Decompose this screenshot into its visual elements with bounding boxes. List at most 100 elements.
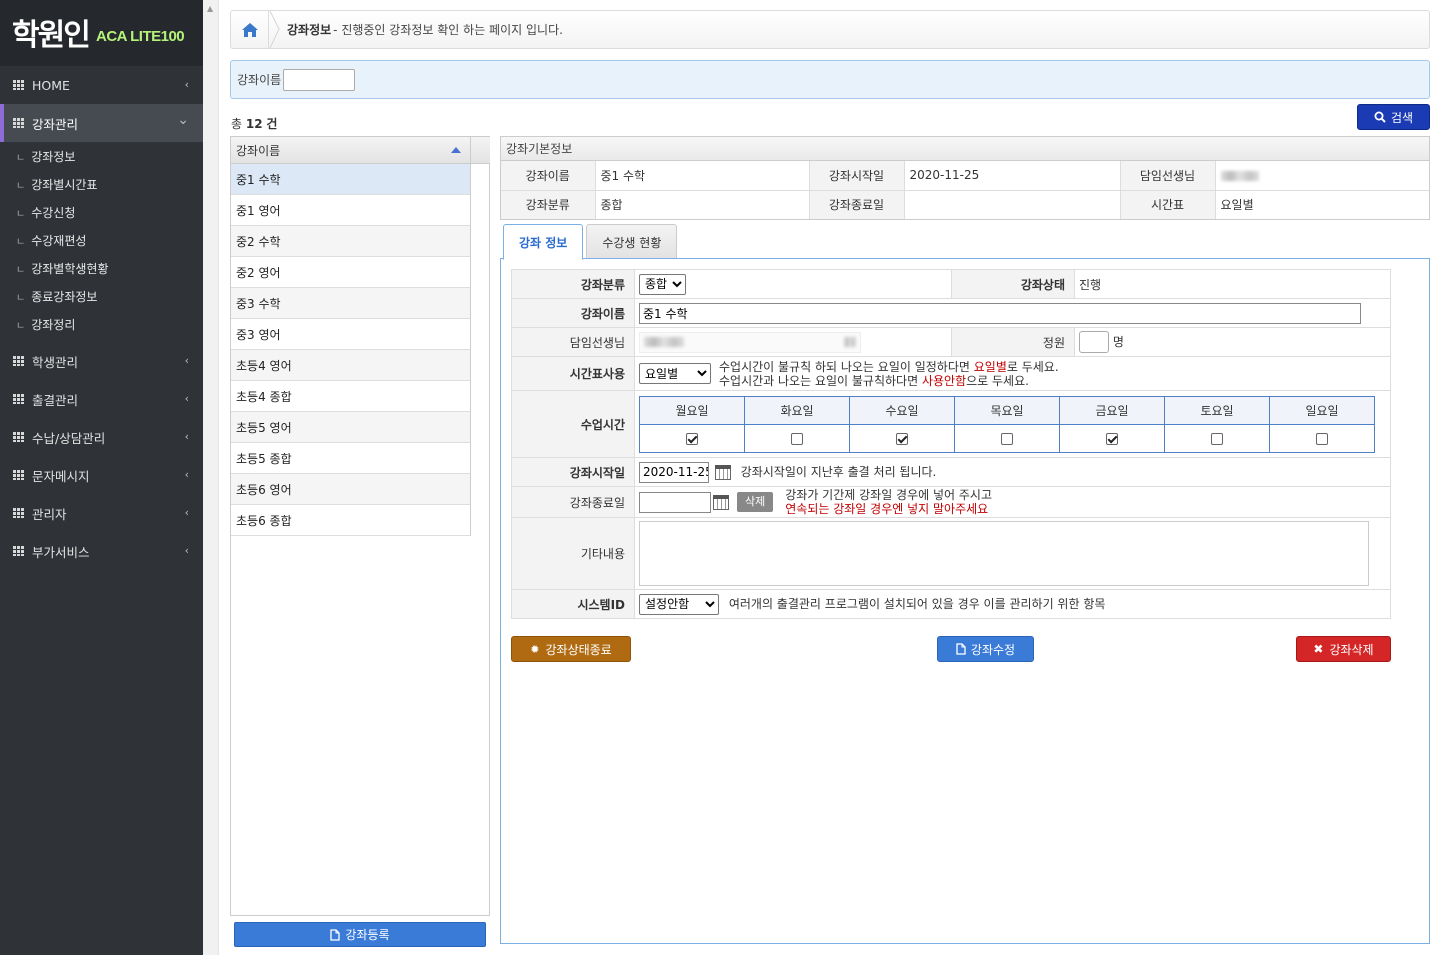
sidebar-item-1[interactable]: 강좌관리 ⌄ xyxy=(0,104,203,142)
end-date-delete-button[interactable]: 삭제 xyxy=(737,492,774,512)
course-list-row[interactable]: 초등6 영어 xyxy=(231,474,471,505)
info-start-value: 2020-11-25 xyxy=(903,161,1120,190)
document-icon xyxy=(956,643,966,655)
info-end-label: 강좌종료일 xyxy=(808,189,904,219)
calendar-icon[interactable] xyxy=(714,465,731,480)
sidebar-item-5[interactable]: 문자메시지 ‹ xyxy=(0,456,203,494)
search-panel: 강좌이름 xyxy=(230,60,1430,99)
end-course-label: 강좌상태종료 xyxy=(545,642,612,657)
sidebar-item-2[interactable]: 학생관리 ‹ xyxy=(0,342,203,380)
sidebar-subitem-label: 강좌정리 xyxy=(31,317,76,332)
tab-course-info[interactable]: 강좌 정보 xyxy=(503,224,584,260)
course-list-row[interactable]: 중1 수학 xyxy=(231,164,471,195)
teacher-label: 담임선생님 xyxy=(511,327,635,357)
day-checkbox[interactable] xyxy=(791,432,803,445)
course-list-row[interactable]: 초등4 영어 xyxy=(231,350,471,381)
sidebar-item-4[interactable]: 수납/상담관리 ‹ xyxy=(0,418,203,456)
search-button-label: 검색 xyxy=(1390,110,1414,125)
home-icon[interactable] xyxy=(231,11,269,48)
chevron-left-icon: ‹ xyxy=(184,78,189,91)
page-scrollbar[interactable]: ▲ xyxy=(203,0,219,955)
etc-label: 기타내용 xyxy=(511,517,635,590)
timetable-select[interactable]: 요일별 xyxy=(639,363,711,384)
class-time-label: 수업시간 xyxy=(511,390,635,458)
delete-course-label: 강좌삭제 xyxy=(1329,642,1374,657)
sidebar-subitem-4[interactable]: ㄴ 강좌별학생현황 xyxy=(0,254,203,282)
grid-icon xyxy=(13,118,25,128)
end-course-button[interactable]: ✹ 강좌상태종료 xyxy=(511,636,631,662)
sidebar-subitem-0[interactable]: ㄴ 강좌정보 xyxy=(0,142,203,170)
end-date-input[interactable] xyxy=(639,491,711,513)
basic-info-caption: 강좌기본정보 xyxy=(501,137,1429,161)
redacted-teacher-name xyxy=(1220,170,1259,181)
course-list-row[interactable]: 초등4 종합 xyxy=(231,381,471,412)
sidebar-subitem-3[interactable]: ㄴ 수강재편성 xyxy=(0,226,203,254)
info-name-label: 강좌이름 xyxy=(501,161,595,190)
sidebar-subitem-1[interactable]: ㄴ 강좌별시간표 xyxy=(0,170,203,198)
day-checkbox[interactable] xyxy=(1316,432,1328,445)
etc-textarea[interactable] xyxy=(639,521,1369,586)
course-list-row[interactable]: 중3 영어 xyxy=(231,319,471,350)
chevron-left-icon: ‹ xyxy=(184,506,189,519)
register-course-button[interactable]: 강좌등록 xyxy=(234,922,486,947)
day-checkbox[interactable] xyxy=(1211,432,1223,445)
grid-icon xyxy=(13,546,25,556)
total-number: 12 xyxy=(245,117,263,131)
course-detail-form: 강좌분류 종합 강좌상태 진행 강좌이름 담임선생님 정원 명 시간표사용 xyxy=(511,269,1391,619)
course-list-row[interactable]: 초등5 영어 xyxy=(231,412,471,443)
sidebar-item-3[interactable]: 출결관리 ‹ xyxy=(0,380,203,418)
course-name-search-input[interactable] xyxy=(283,68,356,91)
teacher-select[interactable] xyxy=(639,331,861,353)
course-list-header[interactable]: 강좌이름 xyxy=(231,137,471,164)
tree-branch-icon: ㄴ xyxy=(16,208,26,220)
course-list-row[interactable]: 초등6 종합 xyxy=(231,505,471,536)
day-checkbox-cell xyxy=(849,423,955,453)
start-date-input[interactable] xyxy=(639,461,709,483)
category-label: 강좌분류 xyxy=(511,269,635,299)
system-id-note: 여러개의 출결관리 프로그램이 설치되어 있을 경우 이를 관리하기 위한 항목 xyxy=(728,597,1106,611)
sidebar-subitem-5[interactable]: ㄴ 종료강좌정보 xyxy=(0,282,203,310)
sidebar-subitem-2[interactable]: ㄴ 수강신청 xyxy=(0,198,203,226)
day-checkbox[interactable] xyxy=(1106,432,1118,445)
timetable-note1-highlight: 요일별 xyxy=(973,359,1007,374)
end-date-note1: 강좌가 기간제 강좌일 경우에 넣어 주시고 xyxy=(785,488,993,502)
system-id-select[interactable]: 설정안함 xyxy=(639,593,719,615)
info-timetable-value: 요일별 xyxy=(1214,189,1429,219)
sidebar-item-label: HOME xyxy=(32,77,70,93)
info-teacher-value xyxy=(1214,161,1429,190)
sidebar-subitem-6[interactable]: ㄴ 강좌정리 xyxy=(0,310,203,338)
capacity-unit: 명 xyxy=(1112,335,1124,349)
course-list-row[interactable]: 중2 수학 xyxy=(231,226,471,257)
course-list-row[interactable]: 중3 수학 xyxy=(231,288,471,319)
category-select[interactable]: 종합 xyxy=(639,273,686,295)
breadcrumb: 강좌정보 - 진행중인 강좌정보 확인 하는 페이지 입니다. xyxy=(230,10,1430,49)
sidebar-item-7[interactable]: 부가서비스 ‹ xyxy=(0,532,203,570)
sidebar-subitem-label: 종료강좌정보 xyxy=(31,289,98,304)
scroll-up-icon[interactable]: ▲ xyxy=(207,4,213,13)
close-icon: ✖ xyxy=(1313,642,1324,656)
search-button[interactable]: 검색 xyxy=(1357,104,1430,130)
delete-course-button[interactable]: ✖ 강좌삭제 xyxy=(1296,636,1391,662)
day-checkbox[interactable] xyxy=(896,432,908,445)
course-name-input[interactable] xyxy=(639,302,1361,324)
day-checkbox-cell xyxy=(1164,423,1270,453)
chevron-left-icon: ‹ xyxy=(184,468,189,481)
document-icon xyxy=(330,928,341,941)
edit-course-button[interactable]: 강좌수정 xyxy=(937,636,1034,662)
sidebar-item-0[interactable]: HOME ‹ xyxy=(0,66,203,104)
day-checkbox[interactable] xyxy=(686,432,698,445)
sidebar-item-6[interactable]: 관리자 ‹ xyxy=(0,494,203,532)
capacity-input[interactable] xyxy=(1079,331,1109,353)
calendar-icon[interactable] xyxy=(713,494,729,510)
sidebar-item-label: 문자메시지 xyxy=(32,468,90,484)
search-icon xyxy=(1374,111,1386,123)
tab-student-status[interactable]: 수강생 현황 xyxy=(586,224,678,259)
course-list-row[interactable]: 초등5 종합 xyxy=(231,443,471,474)
app-logo[interactable]: 학원인 ACA LITE100 xyxy=(0,0,203,66)
sort-asc-icon[interactable] xyxy=(451,147,461,153)
edit-course-label: 강좌수정 xyxy=(970,642,1016,657)
course-list-row[interactable]: 중2 영어 xyxy=(231,257,471,288)
system-id-label: 시스템ID xyxy=(511,589,635,619)
day-checkbox[interactable] xyxy=(1001,432,1013,445)
course-list-row[interactable]: 중1 영어 xyxy=(231,195,471,226)
